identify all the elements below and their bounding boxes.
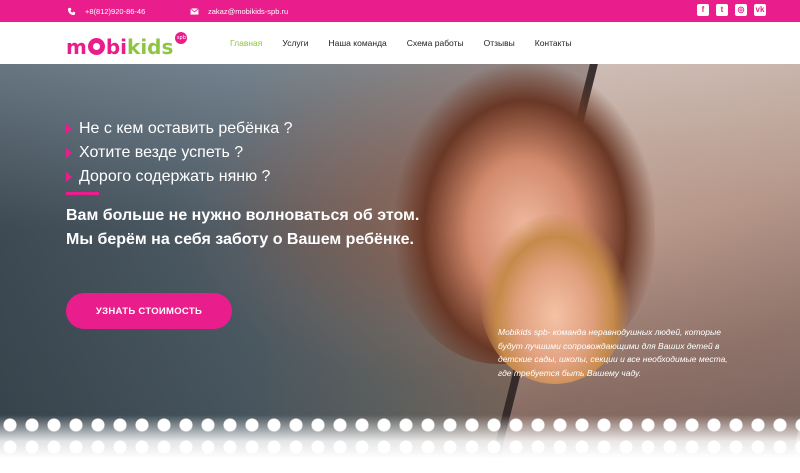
- vk-icon[interactable]: vk: [754, 4, 766, 16]
- logo-bi: bi: [105, 35, 128, 59]
- question-item: Хотите везде успеть ?: [66, 141, 292, 165]
- twitter-icon[interactable]: t: [716, 4, 728, 16]
- arrow-right-icon: [66, 148, 72, 158]
- logo-badge: spb: [175, 32, 188, 44]
- nav-item-team[interactable]: Наша команда: [329, 38, 387, 48]
- hero-headline: Вам больше не нужно волноваться об этом.…: [66, 204, 486, 252]
- mail-icon: [189, 6, 199, 16]
- phone-contact[interactable]: +8(812)920-86-46: [66, 0, 145, 22]
- nav-item-services[interactable]: Услуги: [282, 38, 308, 48]
- accent-divider: [66, 192, 99, 195]
- headline-line-2: Мы берём на себя заботу о Вашем ребёнке.: [66, 231, 414, 248]
- logo-o-circle: [87, 38, 105, 55]
- question-text: Дорого содержать няню ?: [79, 168, 271, 185]
- logo-m: m: [66, 35, 87, 59]
- facebook-icon[interactable]: f: [697, 4, 709, 16]
- main-nav: Главная Услуги Наша команда Схема работы…: [230, 22, 571, 64]
- question-item: Не с кем оставить ребёнка ?: [66, 117, 292, 141]
- nav-item-reviews[interactable]: Отзывы: [484, 38, 515, 48]
- question-item: Дорого содержать няню ?: [66, 165, 292, 189]
- get-price-button[interactable]: УЗНАТЬ СТОИМОСТЬ: [66, 293, 232, 329]
- snow-border: [0, 415, 800, 473]
- headline-line-1: Вам больше не нужно волноваться об этом.: [66, 207, 420, 224]
- email-address: zakaz@mobikids-spb.ru: [208, 6, 289, 16]
- arrow-right-icon: [66, 124, 72, 134]
- hero-section: Не с кем оставить ребёнка ? Хотите везде…: [0, 64, 800, 473]
- company-description: Mobikids spb- команда неравнодушных люде…: [498, 327, 728, 378]
- arrow-right-icon: [66, 172, 72, 182]
- instagram-icon[interactable]: ◎: [735, 4, 747, 16]
- logo-kids: kids: [127, 35, 174, 59]
- phone-number: +8(812)920-86-46: [85, 6, 146, 16]
- nav-item-workflow[interactable]: Схема работы: [407, 38, 464, 48]
- question-text: Не с кем оставить ребёнка ?: [79, 120, 293, 137]
- question-text: Хотите везде успеть ?: [79, 144, 244, 161]
- site-logo[interactable]: m bi kids spb: [66, 29, 188, 59]
- nav-item-home[interactable]: Главная: [230, 38, 262, 48]
- phone-icon: [66, 6, 76, 16]
- site-header: m bi kids spb Главная Услуги Наша команд…: [0, 22, 800, 64]
- email-contact[interactable]: zakaz@mobikids-spb.ru: [189, 0, 288, 22]
- nav-item-contacts[interactable]: Контакты: [535, 38, 572, 48]
- social-links: f t ◎ vk: [697, 4, 766, 16]
- question-list: Не с кем оставить ребёнка ? Хотите везде…: [66, 117, 292, 189]
- top-bar: +8(812)920-86-46 zakaz@mobikids-spb.ru f…: [0, 0, 800, 22]
